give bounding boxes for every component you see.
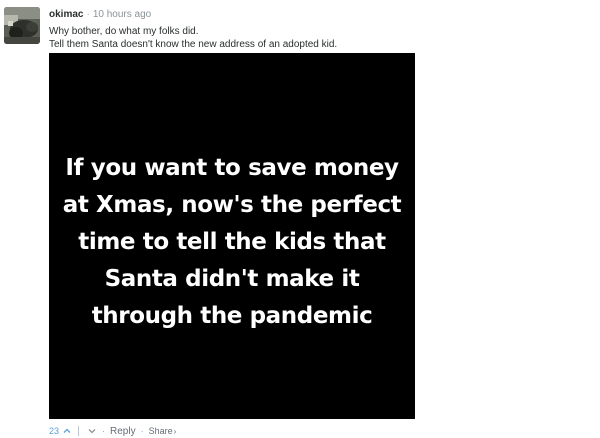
chevron-up-icon[interactable] bbox=[62, 426, 72, 436]
meme-caption: If you want to save money at Xmas, now's… bbox=[49, 150, 415, 335]
meme-image[interactable]: If you want to save money at Xmas, now's… bbox=[49, 53, 415, 419]
meme-line: time to tell the kids that bbox=[78, 229, 386, 255]
author-name[interactable]: okimac bbox=[49, 9, 83, 20]
vote-divider bbox=[78, 426, 80, 436]
reply-button[interactable]: Reply bbox=[110, 426, 136, 437]
meta-separator: · bbox=[86, 9, 90, 20]
comment-meta: okimac · 10 hours ago bbox=[49, 8, 569, 21]
meme-line: If you want to save money bbox=[65, 155, 399, 181]
chevron-down-icon[interactable] bbox=[87, 426, 97, 436]
footer-separator: · bbox=[102, 426, 106, 436]
comment-line: Tell them Santa doesn't know the new add… bbox=[49, 39, 338, 50]
footer-separator: · bbox=[140, 426, 144, 436]
comment-footer: 23 · Reply · Share› bbox=[49, 424, 176, 438]
vote-count: 23 bbox=[49, 426, 60, 436]
meme-line: Santa didn't make it bbox=[104, 266, 360, 292]
avatar[interactable] bbox=[4, 7, 40, 44]
comment-body: Why bother, do what my folks did. Tell t… bbox=[49, 25, 569, 51]
avatar-image bbox=[4, 7, 40, 44]
meme-line: at Xmas, now's the perfect bbox=[62, 192, 402, 218]
share-arrow-icon: › bbox=[173, 427, 177, 436]
meme-line: through the pandemic bbox=[91, 303, 373, 329]
comment-line: Why bother, do what my folks did. bbox=[49, 26, 199, 37]
share-label: Share bbox=[148, 426, 173, 436]
share-button[interactable]: Share› bbox=[149, 426, 177, 436]
comment: okimac · 10 hours ago Why bother, do what … bbox=[49, 8, 569, 51]
timestamp[interactable]: 10 hours ago bbox=[93, 9, 151, 20]
